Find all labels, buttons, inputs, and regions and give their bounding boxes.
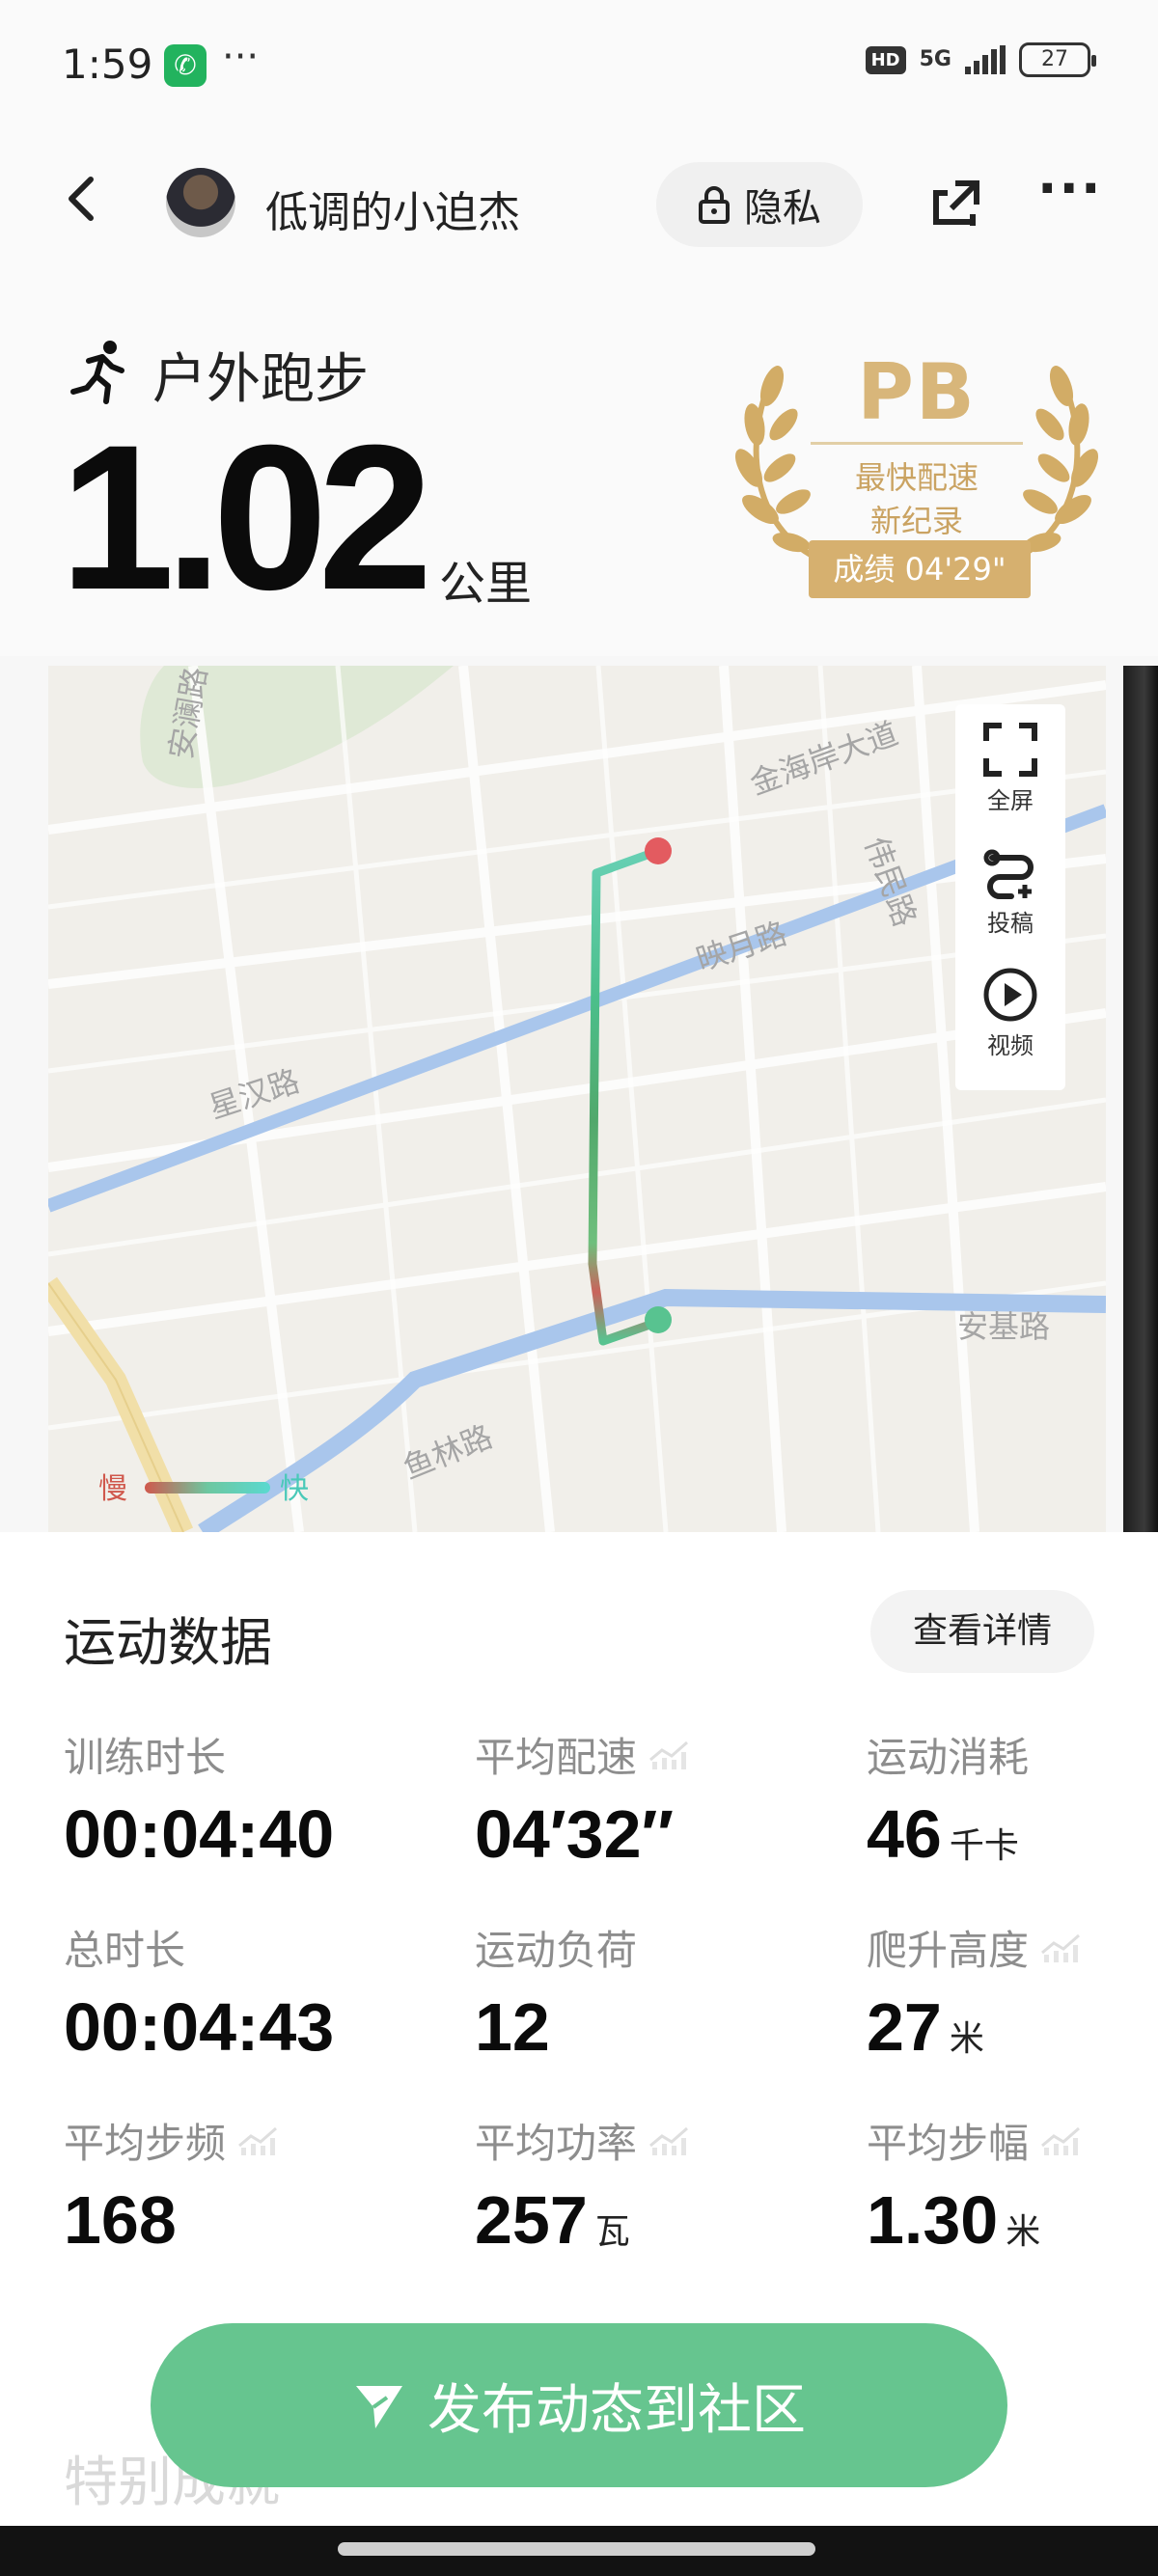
metric-training-duration: 训练时长 00:04:40 [64,1725,411,1899]
route-end-marker [645,837,672,864]
metric-average-power[interactable]: 平均功率 257 瓦 [475,2111,822,2285]
pb-subtitle-1: 最快配速 [854,459,979,496]
metric-label: 总时长 [64,1926,186,1974]
status-bar: 1:59 ✆ ··· HD 5G 27 [0,0,1158,135]
network-type: 5G [919,47,951,71]
view-details-button[interactable]: 查看详情 [870,1590,1094,1673]
run-route [588,846,663,1346]
status-time: 1:59 [62,41,153,88]
route-start-marker [645,1306,672,1333]
metric-value: 00:04:43 [64,1989,335,2065]
running-icon [70,341,124,404]
route-map[interactable]: 安澜路 金海岸大道 伟民路 映月路 星汉路 安基路 鱼林路 全屏 投稿 视频 慢… [48,666,1106,1532]
distance-value: 1.02 [60,402,433,633]
map-tools-panel: 全屏 投稿 视频 [955,704,1065,1090]
metric-unit: 米 [949,2019,984,2059]
trend-chart-icon [649,1740,689,1769]
metric-value: 257 [475,2182,588,2258]
status-more-dots: ··· [222,35,260,79]
video-label: 视频 [987,1032,1034,1059]
metric-value: 46 [867,1796,942,1872]
pb-divider [811,442,1023,445]
hd-icon: HD [865,45,906,74]
battery-level: 27 [1041,47,1068,71]
home-indicator[interactable] [338,2542,815,2556]
pb-subtitle-2: 新纪录 [869,503,963,539]
metric-label: 运动负荷 [475,1926,638,1974]
more-dots-icon: ··· [1037,158,1103,219]
status-indicators: HD 5G 27 [865,42,1096,77]
metric-value: 168 [64,2182,177,2258]
fullscreen-button[interactable]: 全屏 [955,722,1065,815]
submit-route-label: 投稿 [987,910,1034,937]
share-icon [933,180,979,226]
publish-label: 发布动态到社区 [427,2378,806,2442]
trend-chart-icon [1041,2126,1081,2155]
metric-average-stride[interactable]: 平均步幅 1.30 米 [867,2111,1158,2285]
top-header: 低调的小迫杰 隐私 ··· [0,135,1158,270]
pb-title: PB [857,347,977,437]
metric-elevation-gain[interactable]: 爬升高度 27 米 [867,1918,1158,2092]
trend-chart-icon [1041,1933,1081,1962]
metric-unit: 瓦 [594,2212,630,2252]
distance-unit: 公里 [439,557,533,611]
submit-route-button[interactable]: 投稿 [955,844,1065,938]
metric-average-pace[interactable]: 平均配速 04′32″ [475,1725,822,1899]
trend-chart-icon [649,2126,689,2155]
metric-value: 1.30 [867,2182,999,2258]
avatar[interactable] [166,168,235,237]
metric-value: 12 [475,1989,550,2065]
metric-value: 00:04:40 [64,1796,335,1872]
metric-calories: 运动消耗 46 千卡 [867,1725,1158,1899]
pb-score: 成绩 04'29" [809,540,1031,598]
metric-label: 爬升高度 [867,1926,1030,1974]
metric-label: 平均步频 [64,2119,227,2167]
username[interactable]: 低调的小迫杰 [265,178,520,239]
fullscreen-icon [983,723,1037,777]
privacy-button[interactable]: 隐私 [656,162,863,247]
video-button[interactable]: 视频 [955,967,1065,1060]
publish-to-community-button[interactable]: 发布动态到社区 [151,2323,1007,2487]
metric-label: 训练时长 [64,1733,227,1781]
pb-badge[interactable]: PB 最快配速 新纪录 成绩 04'29" [733,347,1100,627]
play-icon [983,968,1037,1022]
metric-total-duration: 总时长 00:04:43 [64,1918,411,2092]
privacy-label: 隐私 [744,186,821,231]
metric-value: 04′32″ [475,1796,675,1872]
send-icon [356,2386,402,2428]
share-button[interactable] [926,176,984,233]
workout-data-panel: 运动数据 查看详情 训练时长 00:04:40 平均配速 04′32″ 运动消耗… [0,1532,1158,2576]
metric-label: 平均配速 [475,1733,638,1781]
speed-legend-bar [145,1482,270,1494]
section-title: 运动数据 [64,1612,272,1673]
phone-call-icon: ✆ [164,44,207,87]
route-submit-icon [983,849,1034,899]
speed-legend-slow: 慢 [98,1472,127,1506]
next-photo-preview[interactable] [1123,666,1158,1532]
fullscreen-label: 全屏 [987,787,1034,814]
more-options-button[interactable]: ··· [1037,163,1105,228]
battery-icon: 27 [1019,42,1096,77]
trend-chart-icon [238,2126,278,2155]
metric-training-load: 运动负荷 12 [475,1918,822,2092]
back-button[interactable] [54,170,112,228]
speed-legend-fast: 快 [280,1472,309,1506]
metric-label: 平均步幅 [867,2119,1030,2167]
metric-unit: 米 [1006,2212,1041,2252]
metric-average-cadence[interactable]: 平均步频 168 [64,2111,411,2285]
metric-value: 27 [867,1989,942,2065]
signal-icon [965,45,1006,74]
metric-label: 平均功率 [475,2119,638,2167]
metric-unit: 千卡 [949,1826,1019,1866]
activity-summary: 户外跑步 1.02 公里 PB 最快配速 新纪录 成绩 04'29" [0,270,1158,656]
metric-label: 运动消耗 [867,1733,1030,1781]
chevron-left-icon [69,177,94,221]
road-label: 安基路 [957,1308,1051,1345]
lock-icon [699,186,730,224]
